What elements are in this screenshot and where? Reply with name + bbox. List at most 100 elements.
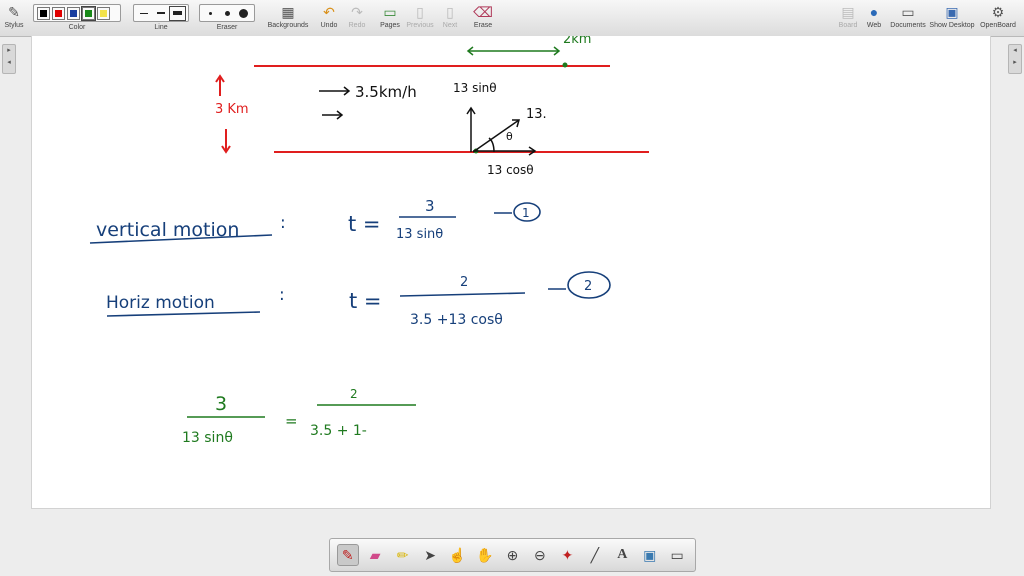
eraser-small[interactable] [203, 7, 218, 20]
eq3-right-denominator: 3.5 + 1- [310, 423, 367, 439]
line-icon: ╱ [590, 546, 600, 563]
show-desktop-label: Show Desktop [929, 22, 975, 29]
line-thin[interactable] [137, 7, 152, 20]
interact-tool[interactable]: ☝ [447, 544, 469, 566]
whiteboard-icon: ▭ [670, 546, 684, 563]
previous-label: Previous [406, 22, 434, 29]
left-panel-toggle[interactable]: ▸ ◂ [2, 44, 16, 74]
web-button[interactable]: ● Web [862, 1, 886, 29]
color-group [33, 4, 121, 22]
eq3-left-denominator: 13 sinθ [182, 430, 233, 446]
next-button[interactable]: ▯ Next [438, 1, 462, 29]
backgrounds-button[interactable]: ▦ Backgrounds [264, 1, 312, 29]
distance-label: 2km [563, 36, 591, 47]
board-label: Board [838, 22, 858, 29]
hand-pointer-icon: ☝ [448, 546, 467, 563]
web-label: Web [866, 22, 882, 29]
pages-icon: ▭ [383, 4, 397, 20]
eraser-size-group [199, 4, 255, 22]
color-swatch-blue[interactable] [67, 6, 80, 20]
gear-icon: ⚙ [991, 4, 1005, 20]
hand-tool[interactable]: ✋ [474, 544, 496, 566]
capture-tool[interactable]: ▣ [639, 544, 661, 566]
color-swatch-red[interactable] [52, 6, 65, 20]
eraser-icon: ▰ [369, 546, 381, 563]
highlighter-icon: ✏ [396, 546, 409, 563]
laser-tool[interactable]: ✦ [556, 544, 578, 566]
erase-button[interactable]: ⌫ Erase [470, 1, 496, 29]
show-desktop-button[interactable]: ▣ Show Desktop [929, 1, 975, 29]
stylus-icon: ✎ [8, 4, 20, 20]
vertical-motion-heading: vertical motion [96, 219, 239, 241]
eq2-fraction-bar [399, 292, 526, 297]
selector-tool[interactable]: ➤ [419, 544, 441, 566]
river-speed-label: 3.5km/h [355, 83, 417, 101]
undo-icon: ↶ [323, 4, 335, 20]
pages-button[interactable]: ▭ Pages [377, 1, 403, 29]
capture-icon: ▣ [643, 546, 657, 563]
chevron-left-icon: ◂ [7, 59, 11, 66]
zoom-out-tool[interactable]: ⊖ [529, 544, 551, 566]
right-panel-toggle[interactable]: ◂ ▸ [1008, 44, 1022, 74]
stylus-label: Stylus [4, 22, 24, 29]
eq2-lhs: t = [349, 289, 382, 313]
eraser-tool[interactable]: ▰ [364, 544, 386, 566]
color-swatch-black[interactable] [37, 6, 50, 20]
color-swatch-yellow[interactable] [97, 6, 110, 20]
text-icon: A [617, 547, 628, 562]
eq1-numerator: 3 [425, 197, 435, 215]
highlighter-tool[interactable]: ✏ [392, 544, 414, 566]
horizontal-component-label: 13 cosθ [487, 163, 534, 177]
zoom-in-tool[interactable]: ⊕ [501, 544, 523, 566]
backgrounds-icon: ▦ [281, 4, 295, 20]
whiteboard[interactable]: 3 Km 2km 3.5km/h 13 sinθ 13. θ 13 cosθ v… [31, 36, 991, 509]
board-canvas: 3 Km 2km 3.5km/h 13 sinθ 13. θ 13 cosθ v… [89, 36, 649, 446]
redo-label: Redo [348, 22, 366, 29]
erase-icon: ⌫ [473, 4, 493, 20]
documents-button[interactable]: ▭ Documents [889, 1, 927, 29]
board-icon: ▤ [841, 4, 855, 20]
color-swatch-green[interactable] [81, 5, 96, 21]
eq3-equals: = [285, 412, 298, 430]
eraser-medium[interactable] [220, 7, 235, 20]
documents-label: Documents [890, 22, 926, 29]
eraser-large[interactable] [236, 7, 251, 20]
text-tool[interactable]: A [611, 544, 633, 566]
eq2-tag: 2 [584, 279, 592, 294]
chevron-left-icon: ◂ [1013, 47, 1017, 54]
undo-button[interactable]: ↶ Undo [316, 1, 342, 29]
openboard-button[interactable]: ⚙ OpenBoard [978, 1, 1018, 29]
next-label: Next [442, 22, 458, 29]
eq2-numerator: 2 [460, 275, 468, 290]
next-icon: ▯ [446, 4, 454, 20]
horiz-motion-heading: Horiz motion [106, 293, 215, 313]
previous-button[interactable]: ▯ Previous [404, 1, 436, 29]
line-medium[interactable] [154, 7, 169, 20]
redo-icon: ↷ [351, 4, 363, 20]
eq3-right-numerator: 2 [350, 387, 358, 401]
previous-icon: ▯ [416, 4, 424, 20]
landing-point [562, 62, 568, 68]
zoom-out-icon: ⊖ [534, 546, 546, 563]
redo-button[interactable]: ↷ Redo [344, 1, 370, 29]
pen-tool[interactable]: ✎ [336, 544, 359, 566]
pages-label: Pages [380, 22, 400, 29]
line-thick[interactable] [169, 5, 186, 21]
river-width-label: 3 Km [215, 102, 249, 117]
undo-label: Undo [320, 22, 338, 29]
zoom-in-icon: ⊕ [506, 546, 519, 563]
chevron-right-icon: ▸ [1013, 59, 1017, 66]
tool-palette: ✎ ▰ ✏ ➤ ☝ ✋ ⊕ ⊖ ✦ ╱ A ▣ ▭ [329, 538, 696, 572]
chevron-right-icon: ▸ [7, 47, 11, 54]
stylus-button[interactable]: ✎ Stylus [2, 1, 26, 29]
vertical-colon: : [280, 213, 286, 233]
horiz-colon: : [279, 285, 285, 305]
line-tool[interactable]: ╱ [584, 544, 606, 566]
laser-icon: ✦ [561, 546, 574, 563]
eq1-lhs: t = [348, 212, 381, 236]
openboard-label: OpenBoard [980, 22, 1016, 29]
angle-label: θ [506, 130, 513, 143]
board-button[interactable]: ▤ Board [835, 1, 861, 29]
backgrounds-label: Backgrounds [267, 22, 309, 29]
whiteboard-tool[interactable]: ▭ [666, 544, 688, 566]
